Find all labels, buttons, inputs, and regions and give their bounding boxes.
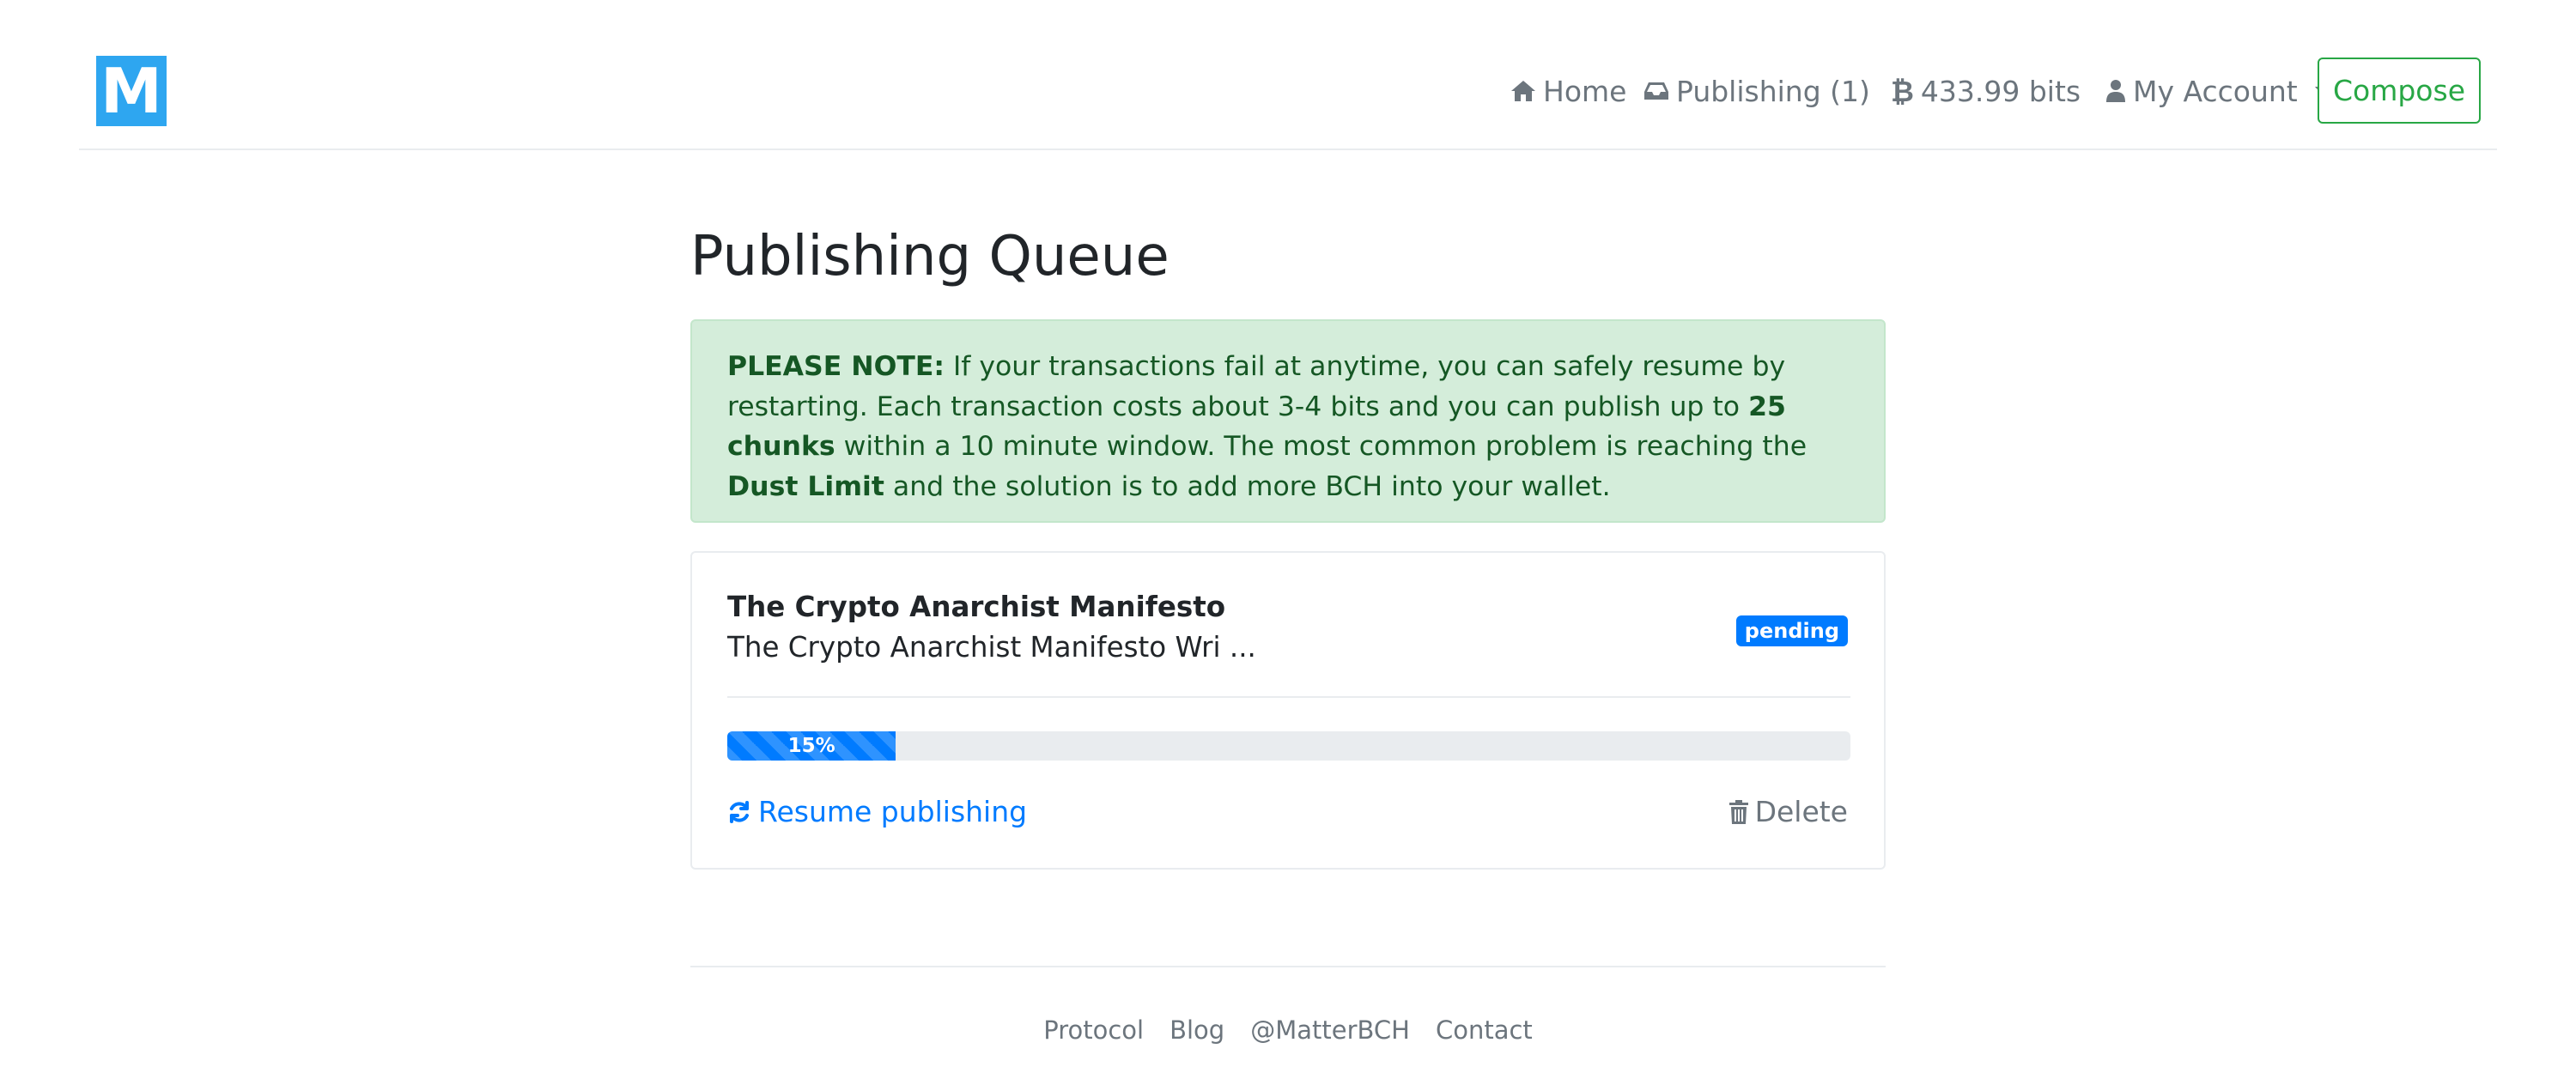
nav-balance[interactable]: ₿ 433.99 bits xyxy=(1891,72,2081,110)
delete-label: Delete xyxy=(1754,795,1848,828)
footer-link-twitter[interactable]: @MatterBCH xyxy=(1250,1015,1410,1045)
footer-divider xyxy=(690,966,1886,967)
progress-label: 15% xyxy=(787,735,835,757)
compose-button[interactable]: Compose xyxy=(2318,58,2481,124)
alert-lead: PLEASE NOTE: xyxy=(727,351,945,382)
nav-home[interactable]: Home xyxy=(1510,72,1626,110)
resume-publishing-label: Resume publishing xyxy=(758,795,1028,828)
navbar: M Home Publishing (1) ₿ 433.99 bits My A… xyxy=(79,0,2497,150)
nav-my-account-label: My Account xyxy=(2133,74,2298,108)
footer-links: Protocol Blog @MatterBCH Contact xyxy=(690,1015,1886,1045)
footer-link-protocol[interactable]: Protocol xyxy=(1043,1015,1144,1045)
logo[interactable]: M xyxy=(96,56,167,126)
nav-publishing[interactable]: Publishing (1) xyxy=(1643,72,1870,110)
footer-link-contact[interactable]: Contact xyxy=(1436,1015,1533,1045)
nav-publishing-label: Publishing (1) xyxy=(1676,74,1870,108)
bitcoin-icon: ₿ xyxy=(1891,74,1914,108)
queue-item-title: The Crypto Anarchist Manifesto xyxy=(727,591,1226,623)
refresh-icon xyxy=(730,800,749,823)
progress-bar: 15% xyxy=(727,731,896,761)
user-icon xyxy=(2106,80,2125,102)
alert-bold-dust-limit: Dust Limit xyxy=(727,470,884,502)
delete-link[interactable]: Delete xyxy=(1728,795,1848,828)
alert-text-3: and the solution is to add more BCH into… xyxy=(884,470,1611,502)
queue-item-card: The Crypto Anarchist Manifesto The Crypt… xyxy=(690,551,1886,870)
status-badge: pending xyxy=(1735,615,1848,646)
footer-link-blog[interactable]: Blog xyxy=(1170,1015,1224,1045)
queue-item-excerpt: The Crypto Anarchist Manifesto Wri ... xyxy=(727,631,1256,664)
inbox-icon xyxy=(1644,82,1668,100)
nav-balance-label: 433.99 bits xyxy=(1920,74,2081,108)
home-icon xyxy=(1511,81,1535,101)
alert-text-2: within a 10 minute window. The most comm… xyxy=(835,431,1807,462)
resume-publishing-link[interactable]: Resume publishing xyxy=(727,795,1027,828)
page-title: Publishing Queue xyxy=(690,225,1170,288)
note-alert: PLEASE NOTE: If your transactions fail a… xyxy=(690,319,1886,523)
nav-my-account[interactable]: My Account xyxy=(2105,72,2330,110)
card-divider xyxy=(727,696,1850,698)
trash-icon xyxy=(1728,799,1748,824)
progress-track: 15% xyxy=(727,731,1850,761)
nav-home-label: Home xyxy=(1543,74,1627,108)
